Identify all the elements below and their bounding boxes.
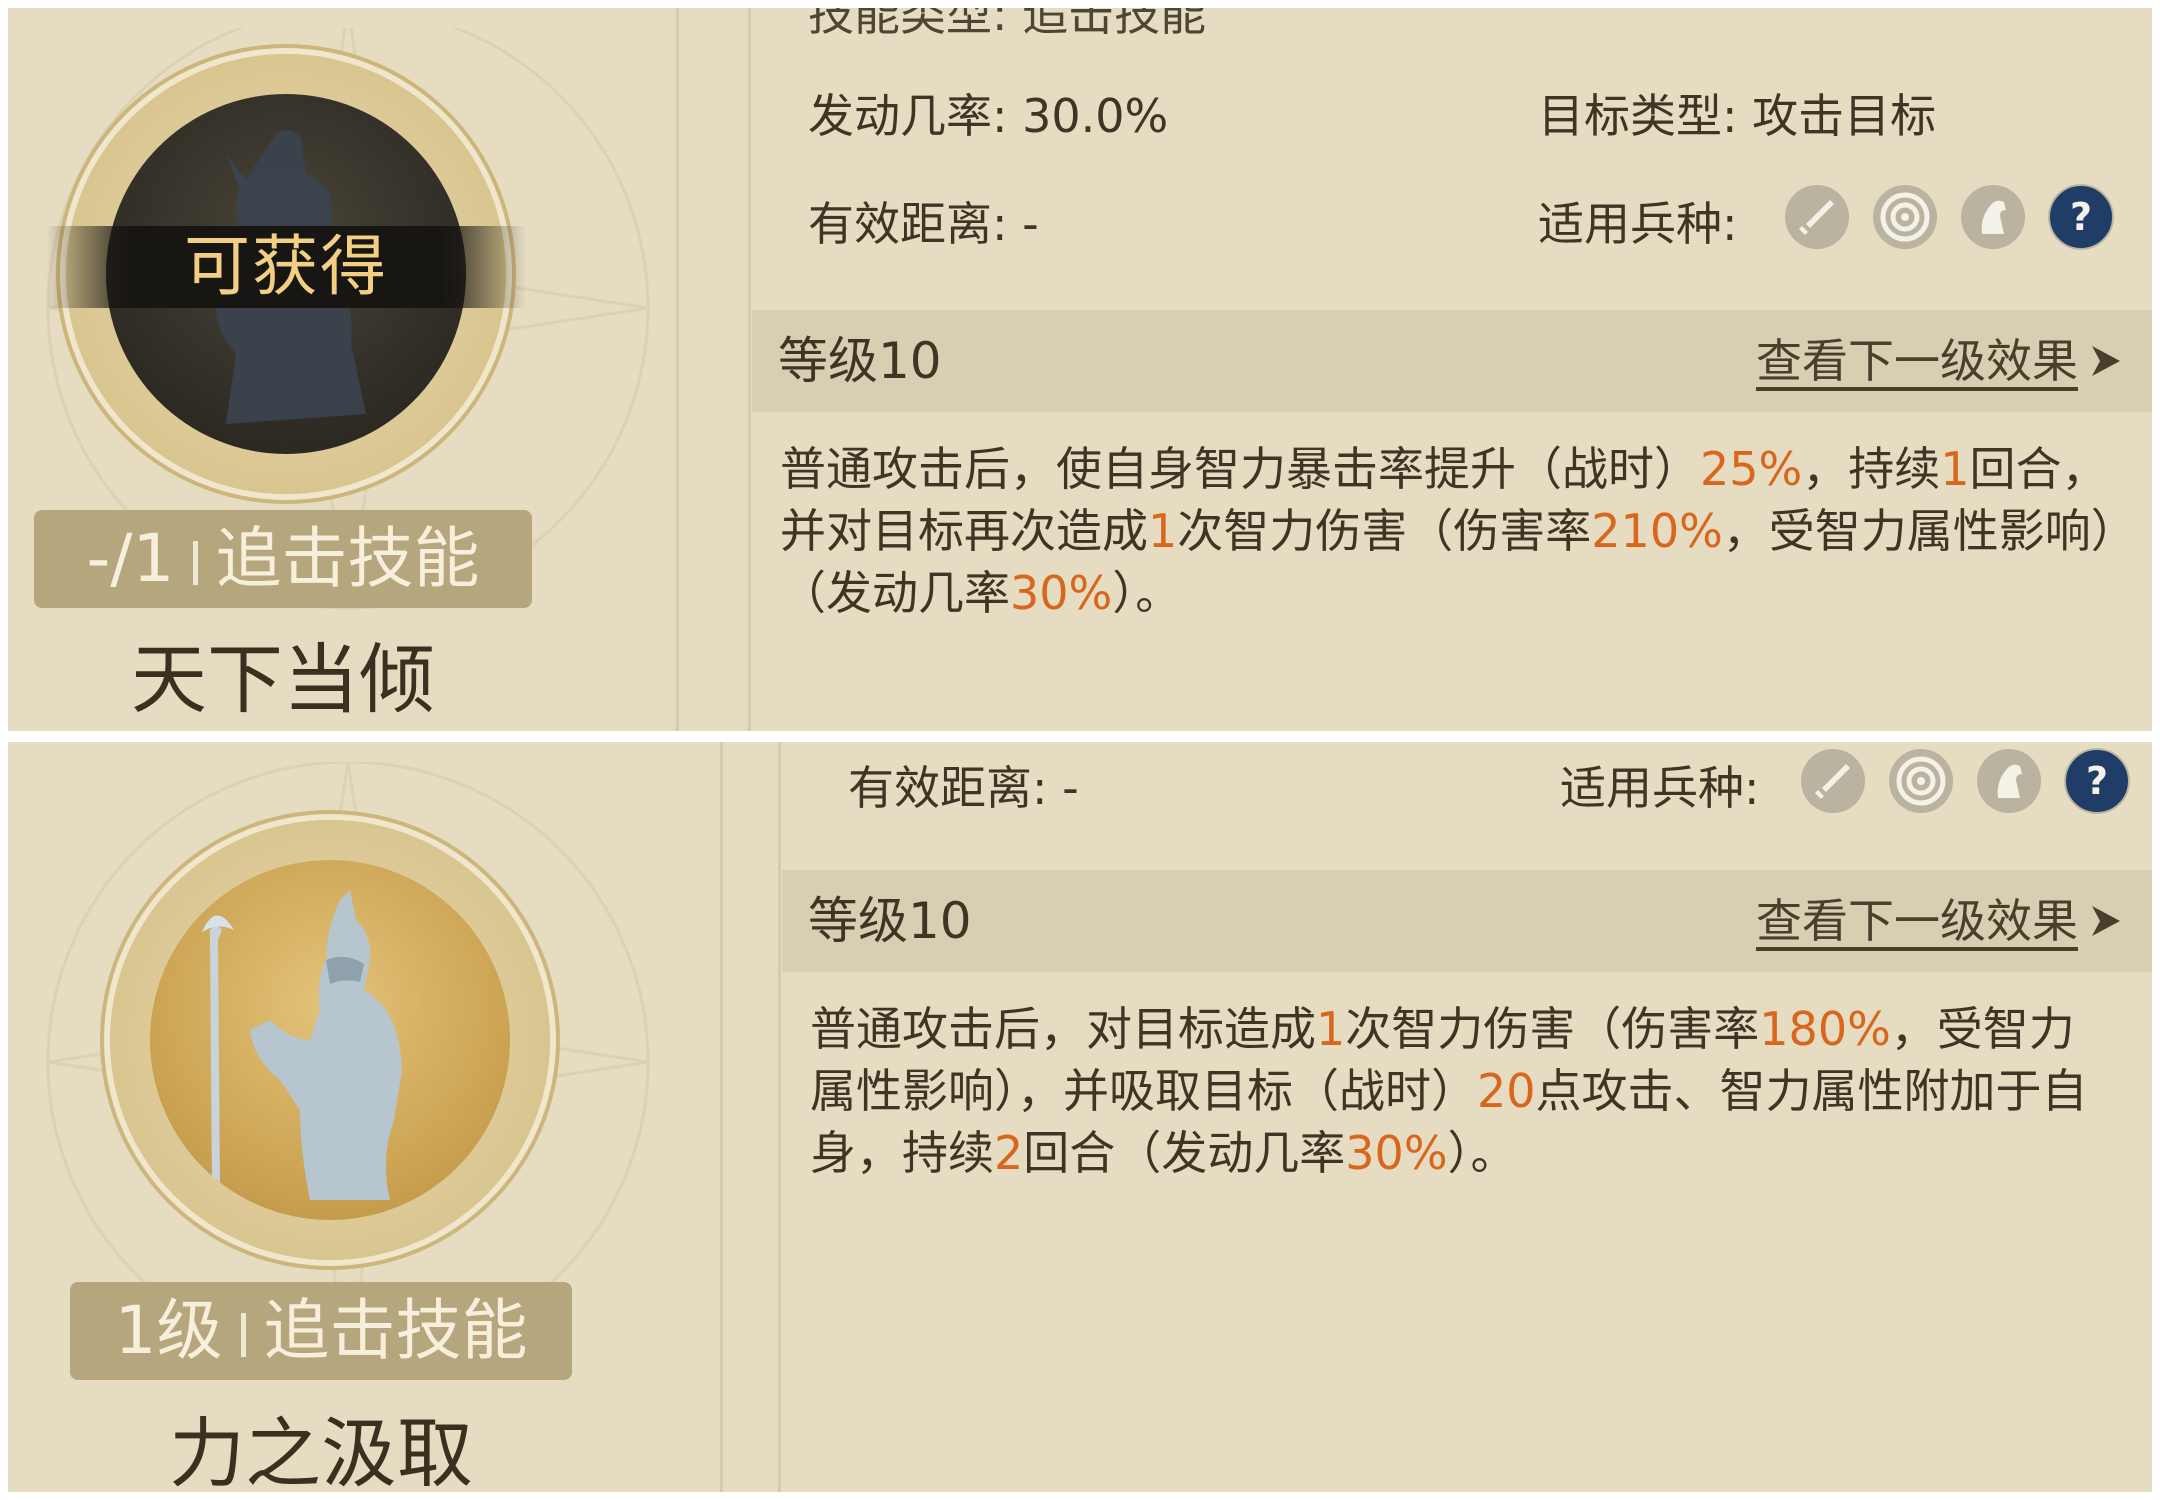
horse-icon bbox=[1977, 749, 2041, 813]
column-divider bbox=[720, 742, 723, 1492]
desc-value: 1 bbox=[1940, 442, 1970, 496]
desc-value: 25% bbox=[1700, 442, 1803, 496]
desc-value: 210% bbox=[1591, 504, 1723, 558]
desc-text: 次智力伤害（伤害率 bbox=[1177, 504, 1592, 558]
question-icon: ? bbox=[2064, 748, 2130, 814]
desc-value: 30% bbox=[1345, 1126, 1448, 1180]
desc-text: 普通攻击后，对目标造成 bbox=[810, 1002, 1316, 1056]
svg-text:?: ? bbox=[2070, 195, 2092, 239]
column-divider bbox=[748, 8, 751, 731]
badge-separator bbox=[240, 1313, 246, 1357]
sword-icon bbox=[1801, 749, 1865, 813]
portrait-ring[interactable]: 可获得 bbox=[46, 54, 526, 494]
level-bar: 等级10 查看下一级效果 bbox=[782, 870, 2152, 972]
desc-value: 2 bbox=[994, 1126, 1024, 1180]
skill-name: 天下当倾 bbox=[131, 635, 435, 724]
desc-value: 1 bbox=[1316, 1002, 1346, 1056]
skill-level-text: -/1 bbox=[86, 520, 175, 597]
desc-value: 30% bbox=[1010, 566, 1113, 620]
troop-type-icons: ? bbox=[1800, 748, 2130, 814]
sword-icon bbox=[1785, 185, 1849, 249]
portrait-ring[interactable] bbox=[110, 820, 550, 1260]
desc-text: 次智力伤害（伤害率 bbox=[1345, 1002, 1760, 1056]
skill-type-badge: -/1 追击技能 bbox=[34, 510, 532, 608]
badge-separator bbox=[192, 541, 198, 585]
skill-description: 普通攻击后，对目标造成1次智力伤害（伤害率180%，受智力属性影响），并吸取目标… bbox=[810, 998, 2120, 1184]
activation-rate-stat: 发动几率: 30.0% bbox=[808, 89, 1169, 143]
desc-text: ）。 bbox=[1447, 1126, 1517, 1180]
column-divider bbox=[778, 742, 781, 1492]
desc-text: 回合（发动几率 bbox=[1023, 1126, 1346, 1180]
desc-value: 20 bbox=[1477, 1064, 1536, 1118]
obtainable-overlay: 可获得 bbox=[46, 226, 526, 308]
skill-type-stat: 技能类型: 追击技能 bbox=[808, 8, 1207, 41]
effective-range-stat: 有效距离: - bbox=[808, 197, 1039, 251]
troop-types-label: 适用兵种: bbox=[1560, 761, 1760, 815]
desc-text: ）。 bbox=[1112, 566, 1182, 620]
horse-icon bbox=[1961, 185, 2025, 249]
skill-portrait-column: 可获得 -/1 追击技能 天下当倾 bbox=[8, 8, 688, 731]
chevron-right-icon[interactable] bbox=[2088, 902, 2124, 940]
column-divider bbox=[676, 8, 679, 731]
svg-text:?: ? bbox=[2086, 759, 2108, 803]
skill-type-text: 追击技能 bbox=[263, 1292, 528, 1369]
skill-type-badge: 1级 追击技能 bbox=[70, 1282, 572, 1380]
question-icon: ? bbox=[2048, 184, 2114, 250]
target-icon bbox=[1873, 185, 1937, 249]
next-level-link[interactable]: 查看下一级效果 bbox=[1756, 870, 2078, 972]
desc-text: 普通攻击后，使自身智力暴击率提升（战时） bbox=[780, 442, 1700, 496]
skill-card-bottom: 1级 追击技能 力之汲取 有效距离: - 适用兵种: ? 等级10 查看下一级效果 bbox=[8, 742, 2152, 1492]
portrait-unlocked bbox=[150, 860, 510, 1220]
skill-portrait-column: 1级 追击技能 力之汲取 bbox=[8, 742, 688, 1492]
level-label: 等级10 bbox=[808, 892, 972, 950]
hero-statue-icon bbox=[202, 890, 402, 1200]
skill-card-top: 可获得 -/1 追击技能 天下当倾 技能类型: 追击技能 发动几率: 30.0% … bbox=[8, 8, 2152, 731]
effective-range-stat: 有效距离: - bbox=[848, 761, 1079, 815]
target-type-stat: 目标类型: 攻击目标 bbox=[1538, 89, 1937, 143]
level-label: 等级10 bbox=[778, 332, 942, 390]
skill-level-text: 1级 bbox=[114, 1292, 223, 1369]
desc-value: 1 bbox=[1148, 504, 1178, 558]
skill-type-text: 追击技能 bbox=[215, 520, 480, 597]
troop-types-label: 适用兵种: bbox=[1538, 197, 1738, 251]
target-icon bbox=[1889, 749, 1953, 813]
troop-type-icons: ? bbox=[1784, 184, 2114, 250]
desc-text: ，持续 bbox=[1802, 442, 1941, 496]
skill-description: 普通攻击后，使自身智力暴击率提升（战时）25%，持续1回合，并对目标再次造成1次… bbox=[780, 438, 2120, 624]
level-bar: 等级10 查看下一级效果 bbox=[752, 310, 2152, 412]
chevron-right-icon[interactable] bbox=[2088, 342, 2124, 380]
desc-value: 180% bbox=[1759, 1002, 1891, 1056]
next-level-link[interactable]: 查看下一级效果 bbox=[1756, 310, 2078, 412]
skill-name: 力之汲取 bbox=[169, 1409, 473, 1492]
